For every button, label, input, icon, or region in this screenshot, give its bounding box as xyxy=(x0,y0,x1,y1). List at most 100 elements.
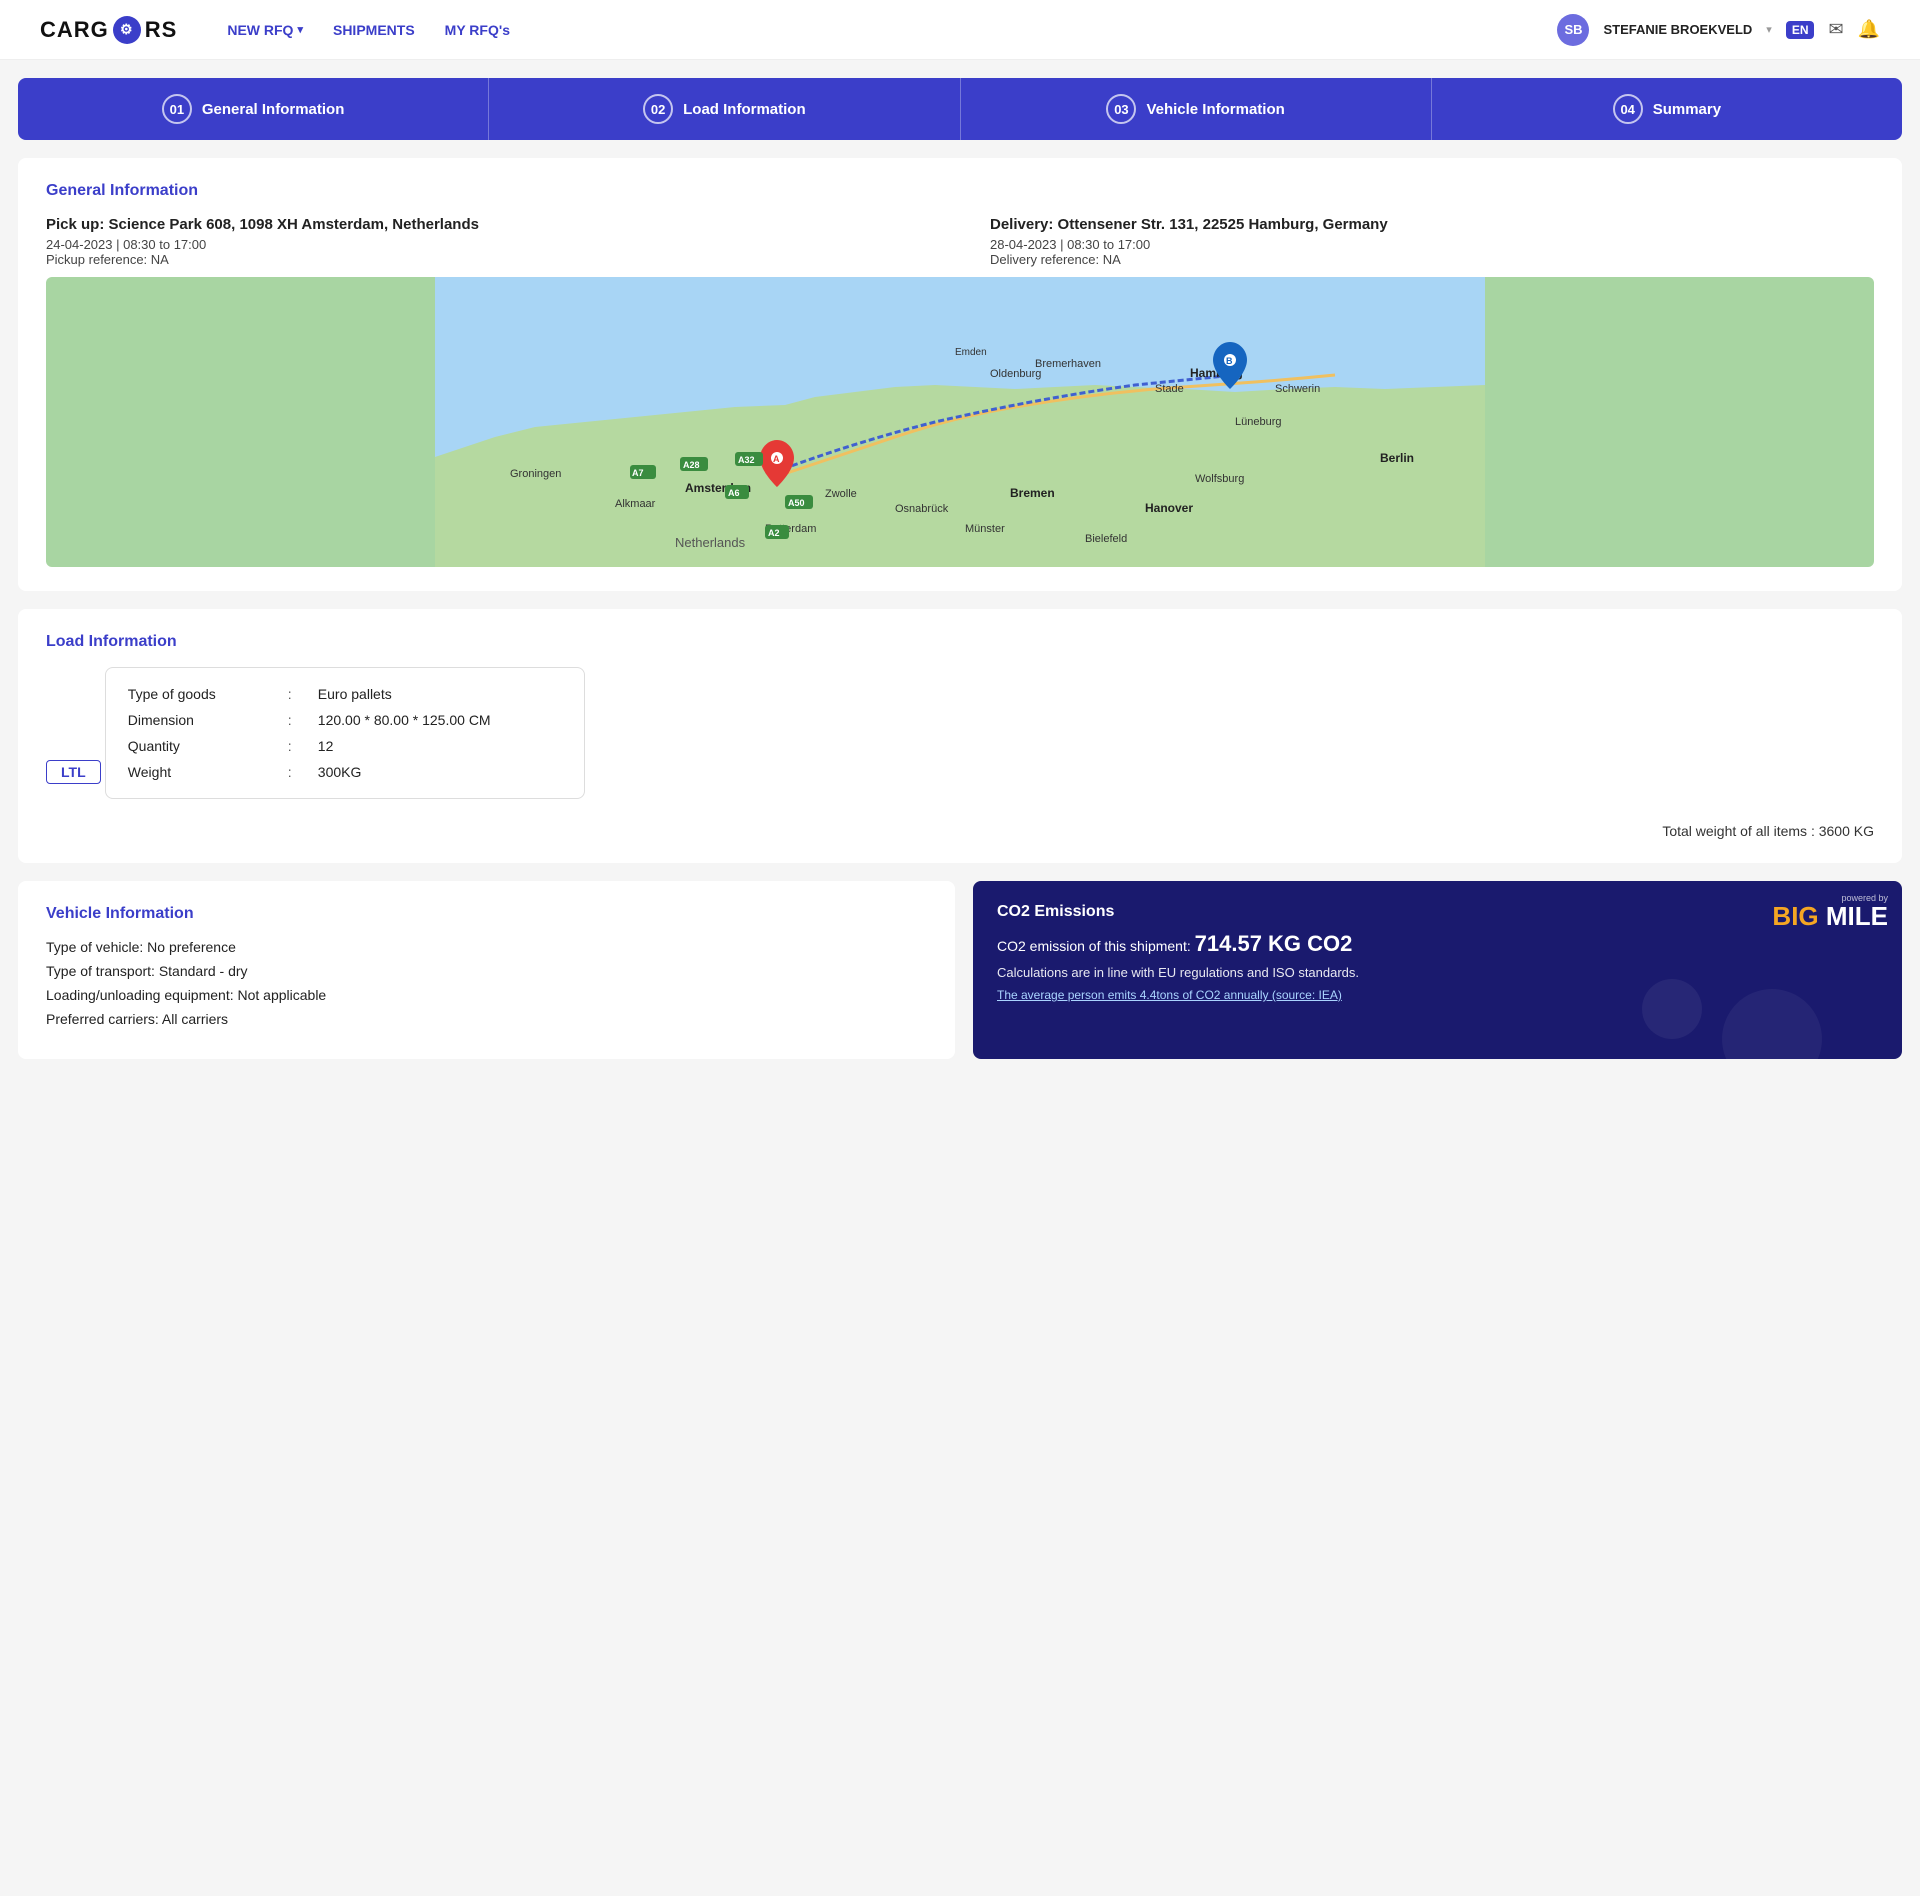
svg-text:Hanover: Hanover xyxy=(1145,501,1193,515)
co2-prefix: CO2 emission of this shipment: xyxy=(997,938,1191,954)
mile-text: MILE xyxy=(1826,901,1888,931)
nav-shipments[interactable]: SHIPMENTS xyxy=(333,22,415,38)
co2-title: CO2 Emissions xyxy=(997,903,1878,921)
svg-text:Osnabrück: Osnabrück xyxy=(895,503,949,515)
ltl-badge: LTL xyxy=(46,760,101,784)
svg-text:Zwolle: Zwolle xyxy=(825,488,857,500)
goods-val-type: Euro pallets xyxy=(318,686,392,702)
mail-icon[interactable]: ✉ xyxy=(1828,19,1843,40)
goods-sep-dim: : xyxy=(288,712,318,728)
co2-value: 714.57 KG CO2 xyxy=(1195,931,1353,956)
svg-text:A7: A7 xyxy=(632,468,644,478)
svg-text:A28: A28 xyxy=(683,460,700,470)
total-weight-label: Total weight of all items : xyxy=(1662,823,1815,839)
goods-label-qty: Quantity xyxy=(128,738,288,754)
step-summary[interactable]: 04 Summary xyxy=(1432,78,1902,140)
svg-text:Groningen: Groningen xyxy=(510,468,561,480)
general-info-card: General Information Pick up: Science Par… xyxy=(18,158,1902,591)
vehicle-carriers-line: Preferred carriers: All carriers xyxy=(46,1011,927,1027)
svg-text:Stade: Stade xyxy=(1155,383,1184,395)
map: Groningen Alkmaar Amsterdam Netherlands … xyxy=(46,277,1874,567)
svg-text:A2: A2 xyxy=(768,528,780,538)
step-general-info[interactable]: 01 General Information xyxy=(18,78,489,140)
logo: CARG ⚙ RS xyxy=(40,16,177,44)
vehicle-type-line: Type of vehicle: No preference xyxy=(46,939,927,955)
info-row: Pick up: Science Park 608, 1098 XH Amste… xyxy=(46,216,1874,267)
svg-text:Schwerin: Schwerin xyxy=(1275,383,1320,395)
svg-text:Münster: Münster xyxy=(965,523,1005,535)
svg-text:Netherlands: Netherlands xyxy=(675,535,746,550)
step-circle-2: 02 xyxy=(643,94,673,124)
svg-text:A6: A6 xyxy=(728,488,740,498)
nav-my-rfqs[interactable]: MY RFQ's xyxy=(445,22,510,38)
delivery-date: 28-04-2023 | 08:30 to 17:00 xyxy=(990,237,1874,252)
nav: NEW RFQ SHIPMENTS MY RFQ's xyxy=(227,22,1557,38)
goods-sep-qty: : xyxy=(288,738,318,754)
pickup-col: Pick up: Science Park 608, 1098 XH Amste… xyxy=(46,216,930,267)
step-label-1: General Information xyxy=(202,101,345,118)
header: CARG ⚙ RS NEW RFQ SHIPMENTS MY RFQ's SB … xyxy=(0,0,1920,60)
svg-text:Alkmaar: Alkmaar xyxy=(615,498,656,510)
bell-icon[interactable]: 🔔 xyxy=(1858,19,1880,40)
svg-text:Bremerhaven: Bremerhaven xyxy=(1035,358,1101,370)
username: STEFANIE BROEKVELD xyxy=(1603,22,1752,37)
pickup-ref: Pickup reference: NA xyxy=(46,252,930,267)
load-info-title: Load Information xyxy=(46,633,1874,651)
svg-text:A: A xyxy=(773,454,780,464)
nav-new-rfq[interactable]: NEW RFQ xyxy=(227,22,303,38)
bigmile-logo: BIG MILE xyxy=(1772,903,1888,929)
goods-table: Type of goods : Euro pallets Dimension :… xyxy=(105,667,585,799)
svg-text:Emden: Emden xyxy=(955,347,987,358)
svg-text:A32: A32 xyxy=(738,455,755,465)
step-vehicle-info[interactable]: 03 Vehicle Information xyxy=(961,78,1432,140)
goods-row-qty: Quantity : 12 xyxy=(128,738,562,754)
total-weight: Total weight of all items : 3600 KG xyxy=(46,823,1874,839)
step-label-3: Vehicle Information xyxy=(1146,101,1284,118)
goods-val-qty: 12 xyxy=(318,738,334,754)
step-circle-1: 01 xyxy=(162,94,192,124)
pickup-date: 24-04-2023 | 08:30 to 17:00 xyxy=(46,237,930,252)
goods-label-weight: Weight xyxy=(128,764,288,780)
svg-text:Bremen: Bremen xyxy=(1010,486,1055,500)
vehicle-equipment-line: Loading/unloading equipment: Not applica… xyxy=(46,987,927,1003)
svg-text:Wolfsburg: Wolfsburg xyxy=(1195,473,1244,485)
delivery-ref: Delivery reference: NA xyxy=(990,252,1874,267)
co2-card: powered by BIG MILE CO2 Emissions CO2 em… xyxy=(973,881,1902,1059)
lang-badge[interactable]: EN xyxy=(1786,21,1815,39)
logo-text-2: RS xyxy=(145,17,178,43)
goods-label-type: Type of goods xyxy=(128,686,288,702)
avatar: SB xyxy=(1557,14,1589,46)
header-right: SB STEFANIE BROEKVELD ▾ EN ✉ 🔔 xyxy=(1557,14,1880,46)
load-info-card: Load Information LTL Type of goods : Eur… xyxy=(18,609,1902,863)
goods-val-dim: 120.00 * 80.00 * 125.00 CM xyxy=(318,712,491,728)
vehicle-transport-line: Type of transport: Standard - dry xyxy=(46,963,927,979)
general-info-title: General Information xyxy=(46,182,1874,200)
vehicle-info-card: Vehicle Information Type of vehicle: No … xyxy=(18,881,955,1059)
goods-label-dim: Dimension xyxy=(128,712,288,728)
svg-text:Berlin: Berlin xyxy=(1380,451,1414,465)
delivery-col: Delivery: Ottensener Str. 131, 22525 Ham… xyxy=(990,216,1874,267)
logo-icon: ⚙ xyxy=(113,16,141,44)
svg-text:B: B xyxy=(1226,356,1233,366)
co2-note: Calculations are in line with EU regulat… xyxy=(997,965,1878,980)
vehicle-info-title: Vehicle Information xyxy=(46,905,927,923)
step-load-info[interactable]: 02 Load Information xyxy=(489,78,960,140)
bottom-row: Vehicle Information Type of vehicle: No … xyxy=(18,881,1902,1059)
step-label-2: Load Information xyxy=(683,101,806,118)
deco-circle-2 xyxy=(1642,979,1702,1039)
goods-val-weight: 300KG xyxy=(318,764,362,780)
bigmile-branding: powered by BIG MILE xyxy=(1772,893,1888,929)
goods-row-type: Type of goods : Euro pallets xyxy=(128,686,562,702)
co2-amount: CO2 emission of this shipment: 714.57 KG… xyxy=(997,931,1878,957)
chevron-down-icon: ▾ xyxy=(1766,23,1772,36)
total-weight-value: 3600 KG xyxy=(1819,823,1874,839)
svg-text:Bielefeld: Bielefeld xyxy=(1085,533,1127,545)
main-content: General Information Pick up: Science Par… xyxy=(0,140,1920,1077)
step-circle-3: 03 xyxy=(1106,94,1136,124)
goods-sep-weight: : xyxy=(288,764,318,780)
goods-sep-type: : xyxy=(288,686,318,702)
delivery-address: Delivery: Ottensener Str. 131, 22525 Ham… xyxy=(990,216,1874,233)
svg-text:Lüneburg: Lüneburg xyxy=(1235,416,1282,428)
svg-text:Oldenburg: Oldenburg xyxy=(990,368,1041,380)
goods-row-dim: Dimension : 120.00 * 80.00 * 125.00 CM xyxy=(128,712,562,728)
